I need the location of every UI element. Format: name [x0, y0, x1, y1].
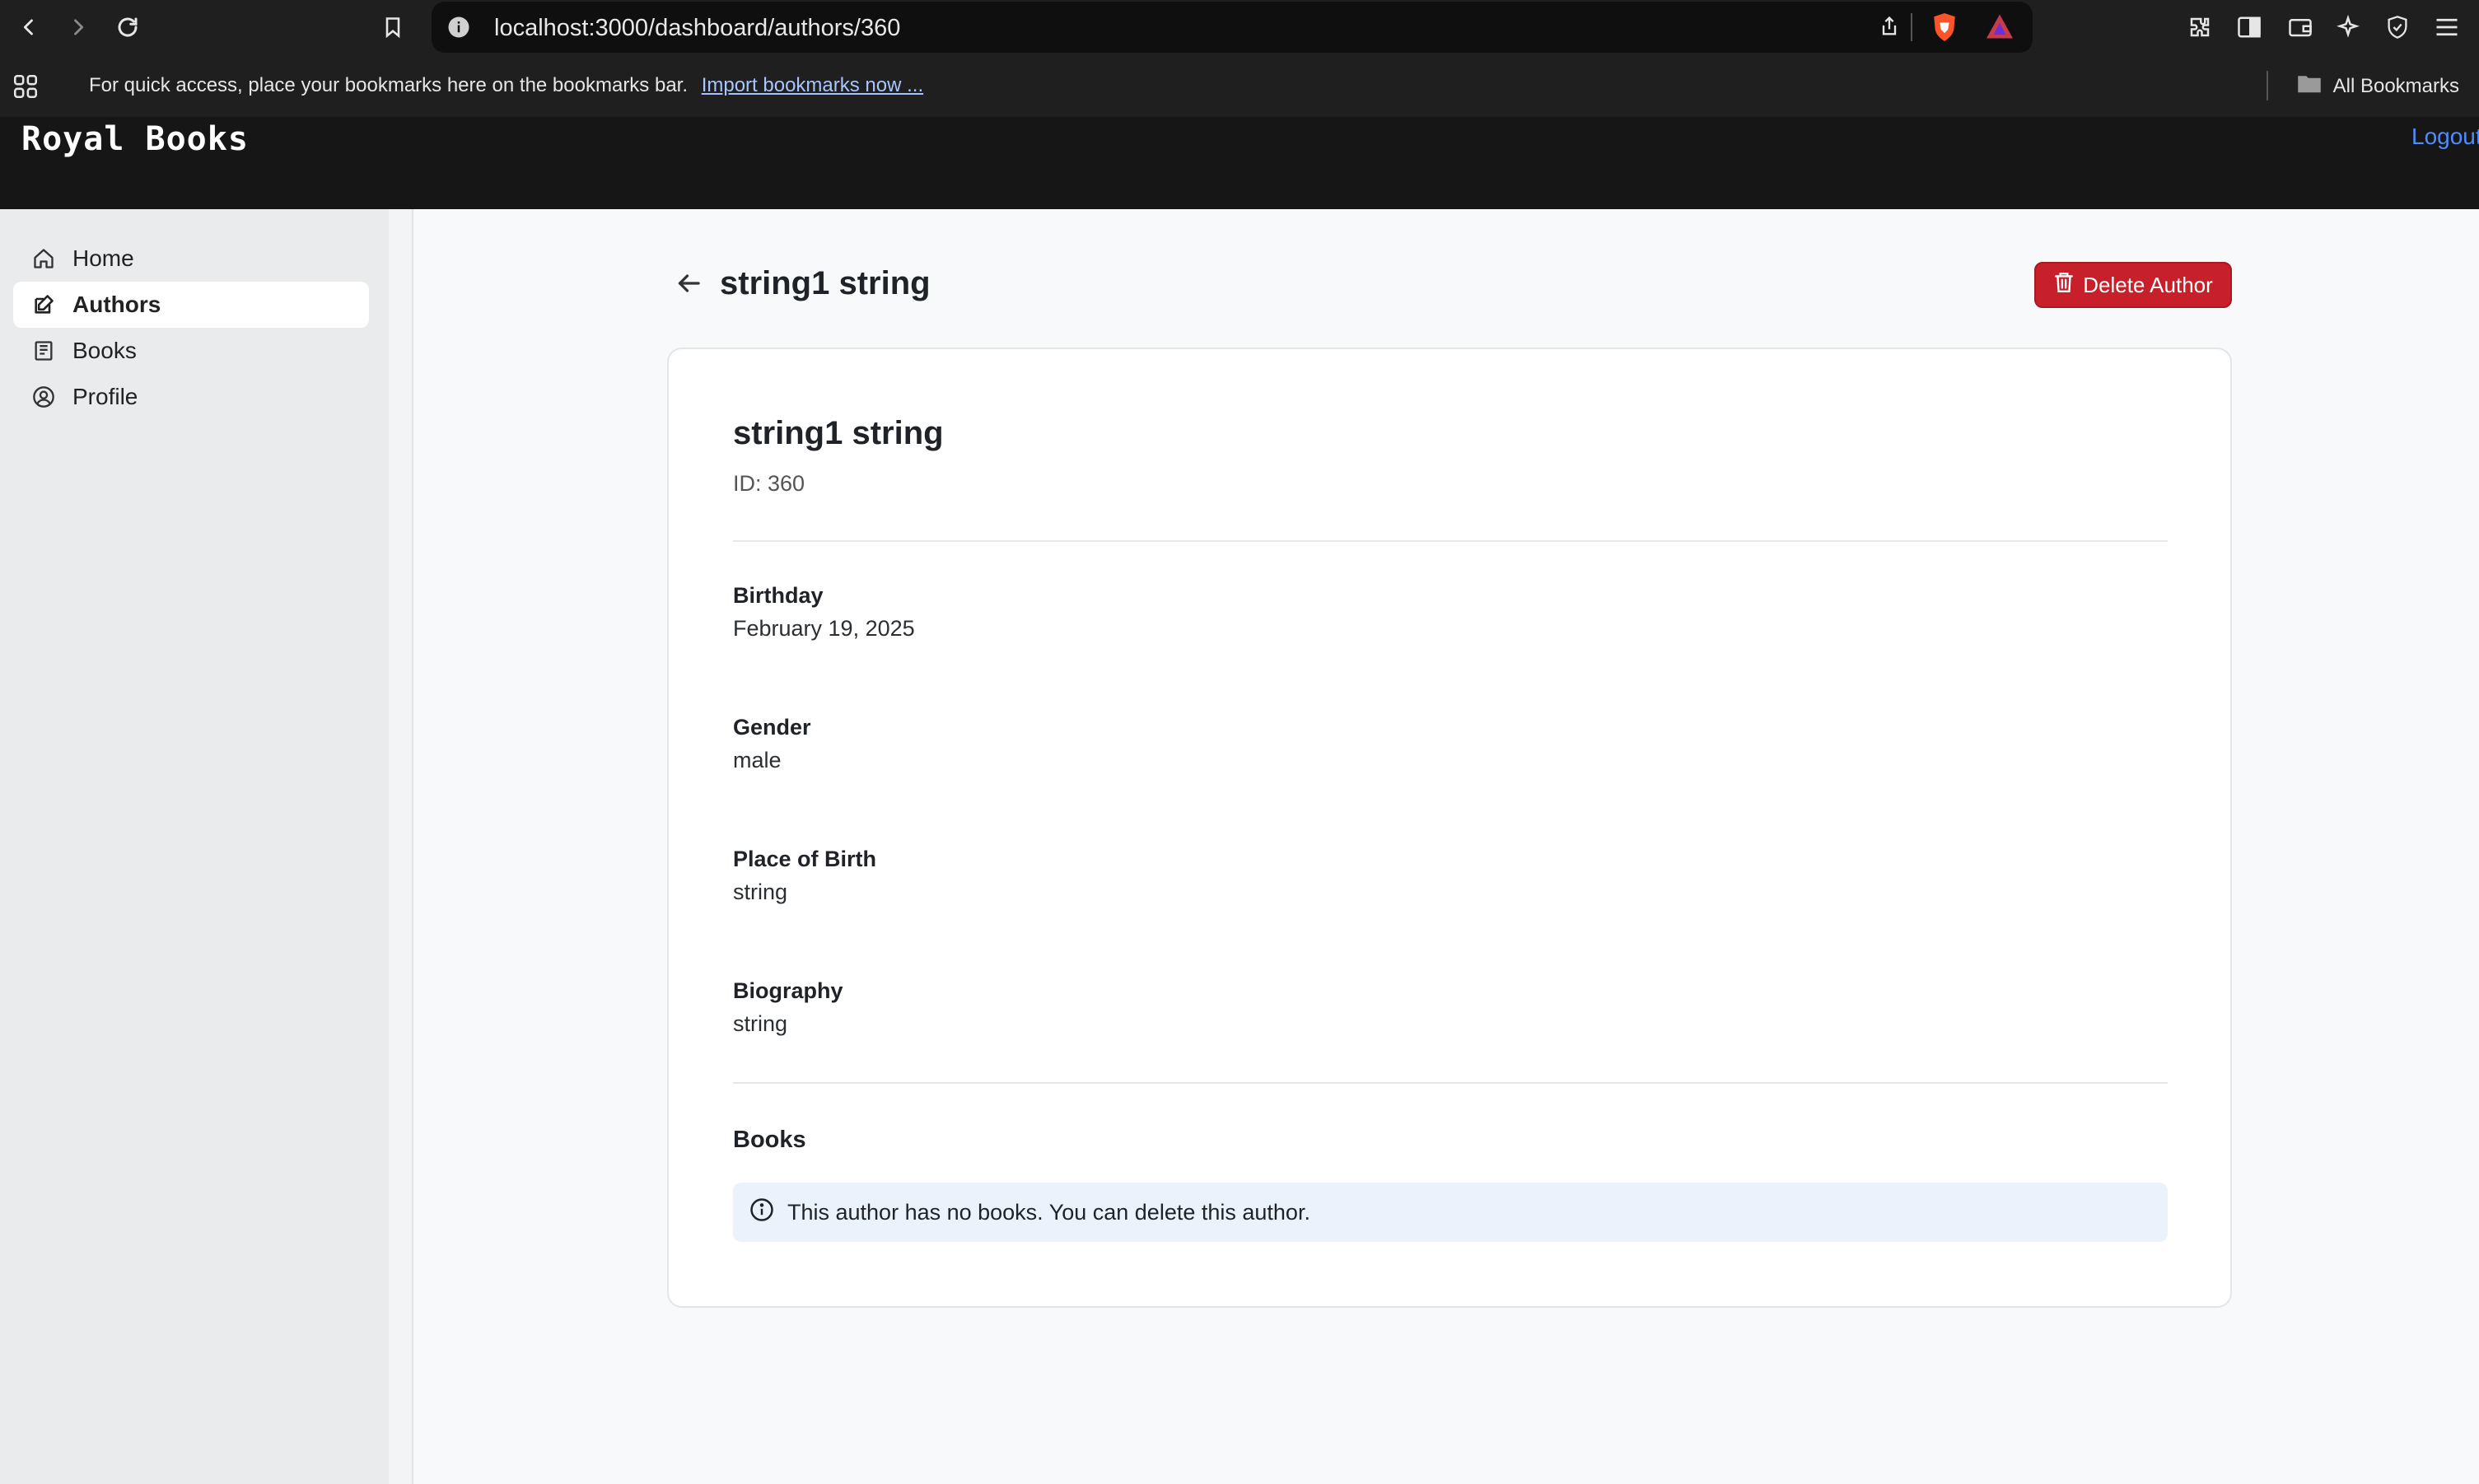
share-icon[interactable]	[1878, 13, 1901, 44]
user-circle-icon	[31, 385, 56, 409]
extensions-icon[interactable]	[2183, 10, 2217, 44]
sidebar-item-label: Books	[72, 338, 137, 363]
trash-icon	[2053, 271, 2075, 300]
sidebar-item-books[interactable]: Books	[13, 328, 369, 374]
sidebar: Home Authors Books Profile	[0, 209, 389, 1484]
site-info-icon[interactable]	[446, 15, 471, 44]
books-heading: Books	[733, 1127, 806, 1153]
page-title: string1 string	[720, 265, 931, 301]
logout-link[interactable]: Logout	[2411, 124, 2479, 150]
biography-value: string	[733, 1011, 788, 1036]
no-books-notice: This author has no books. You can delete…	[733, 1183, 2168, 1242]
vpn-shield-icon[interactable]	[2380, 10, 2415, 44]
wallet-icon[interactable]	[2283, 10, 2318, 44]
delete-author-button[interactable]: Delete Author	[2034, 262, 2232, 308]
author-id: ID: 360	[733, 471, 805, 496]
browser-toolbar: localhost:3000/dashboard/authors/360	[0, 0, 2479, 54]
section-divider	[733, 540, 2168, 542]
app-header: Royal Books Logout	[0, 117, 2479, 209]
brand-logo[interactable]: Royal Books	[21, 120, 249, 158]
leo-ai-icon[interactable]	[2331, 10, 2365, 44]
sidebar-item-profile[interactable]: Profile	[13, 374, 369, 420]
place-of-birth-label: Place of Birth	[733, 847, 877, 871]
sidebar-edge	[389, 209, 413, 1484]
author-detail-card: string1 string ID: 360 Birthday February…	[667, 348, 2232, 1308]
birthday-label: Birthday	[733, 583, 824, 608]
brave-shields-icon[interactable]	[1930, 12, 1958, 47]
info-icon	[749, 1197, 774, 1228]
bookmarks-message-text: For quick access, place your bookmarks h…	[89, 74, 689, 96]
menu-icon[interactable]	[2430, 10, 2464, 44]
edit-icon	[31, 292, 56, 317]
gender-value: male	[733, 748, 782, 772]
bookmarks-divider	[2267, 71, 2268, 100]
sidebar-item-label: Profile	[72, 384, 138, 409]
bookmark-icon[interactable]	[376, 10, 410, 44]
url-text[interactable]: localhost:3000/dashboard/authors/360	[494, 15, 900, 42]
birthday-value: February 19, 2025	[733, 616, 915, 641]
forward-nav-icon[interactable]	[61, 10, 96, 44]
bookmarks-bar: For quick access, place your bookmarks h…	[0, 54, 2479, 117]
sidebar-item-authors[interactable]: Authors	[13, 282, 369, 328]
back-nav-icon[interactable]	[12, 10, 46, 44]
place-of-birth-value: string	[733, 880, 788, 904]
home-icon	[31, 246, 56, 271]
delete-author-label: Delete Author	[2083, 272, 2213, 297]
folder-icon	[2297, 72, 2322, 100]
author-name: string1 string	[733, 415, 944, 451]
sidebar-item-home[interactable]: Home	[13, 236, 369, 282]
sidebar-toggle-icon[interactable]	[2232, 10, 2267, 44]
sidebar-item-label: Authors	[72, 292, 161, 317]
toolbar-divider	[1911, 13, 1912, 41]
all-bookmarks-label: All Bookmarks	[2332, 74, 2459, 97]
all-bookmarks-button[interactable]: All Bookmarks	[2297, 72, 2459, 100]
bookmarks-message: For quick access, place your bookmarks h…	[89, 74, 923, 97]
reload-icon[interactable]	[110, 10, 145, 44]
apps-grid-icon[interactable]	[12, 72, 40, 105]
gender-label: Gender	[733, 715, 811, 740]
back-arrow-icon[interactable]	[674, 268, 707, 301]
sidebar-item-label: Home	[72, 245, 134, 271]
section-divider	[733, 1082, 2168, 1084]
brave-rewards-icon[interactable]	[1985, 13, 2014, 44]
biography-label: Biography	[733, 978, 843, 1003]
address-bar[interactable]: localhost:3000/dashboard/authors/360	[432, 2, 2033, 53]
import-bookmarks-link[interactable]: Import bookmarks now ...	[702, 74, 923, 96]
book-icon	[31, 338, 56, 363]
no-books-text: This author has no books. You can delete…	[787, 1199, 1310, 1225]
